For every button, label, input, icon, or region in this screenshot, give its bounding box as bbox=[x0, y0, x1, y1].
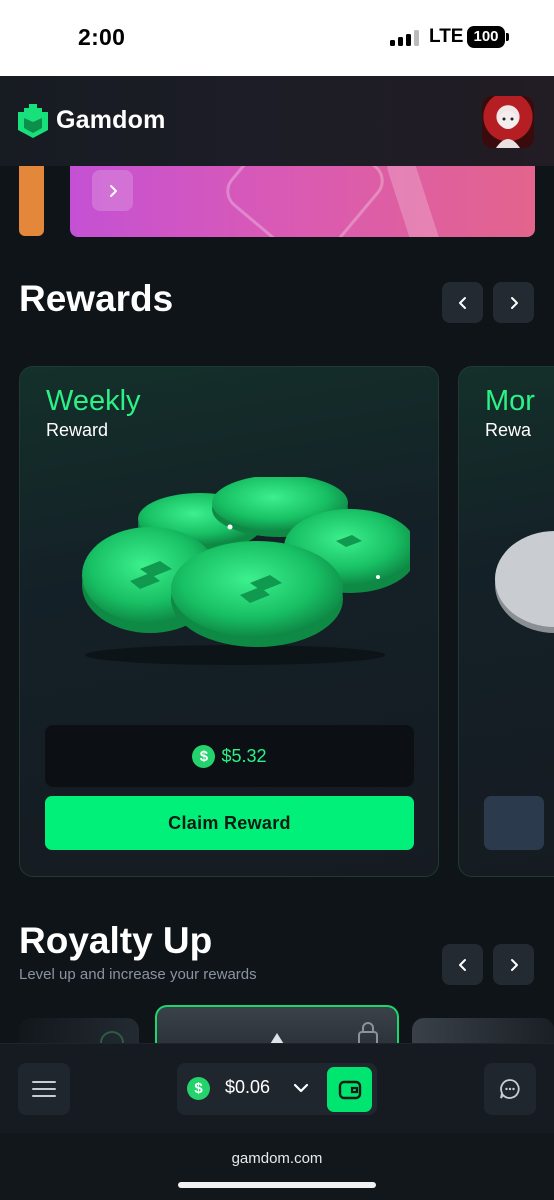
site-header: Gamdom bbox=[0, 76, 554, 166]
chevron-left-icon bbox=[458, 296, 466, 309]
rewards-title: Rewards bbox=[19, 278, 174, 319]
status-time: 2:00 bbox=[78, 24, 126, 50]
chat-bubble-icon bbox=[500, 1079, 520, 1099]
wallet-button[interactable] bbox=[327, 1067, 372, 1112]
banner-next-button[interactable] bbox=[92, 170, 133, 211]
battery-cap bbox=[506, 33, 509, 41]
royalty-subtitle: Level up and increase your rewards bbox=[19, 966, 257, 983]
signal-strength-icon bbox=[390, 30, 420, 46]
green-coins-illustration bbox=[82, 477, 410, 665]
royalty-next-button[interactable] bbox=[493, 944, 534, 985]
user-avatar[interactable] bbox=[482, 96, 534, 148]
reward-card-subtitle: Rewa bbox=[485, 420, 532, 440]
royalty-prev-button[interactable] bbox=[442, 944, 483, 985]
status-bar: 2:00 LTE 100 bbox=[0, 0, 554, 76]
reward-amount: $5.32 bbox=[221, 745, 267, 766]
gamdom-logo-icon[interactable] bbox=[18, 104, 48, 138]
claim-reward-button-partial[interactable] bbox=[484, 796, 544, 850]
chat-button[interactable] bbox=[484, 1063, 536, 1115]
chevron-down-icon[interactable] bbox=[293, 1081, 309, 1095]
royalty-title: Royalty Up bbox=[19, 920, 213, 961]
chevron-right-icon bbox=[510, 958, 518, 971]
banner-graphic bbox=[226, 166, 441, 237]
browser-url-bar[interactable]: gamdom.com bbox=[0, 1133, 554, 1200]
network-type: LTE bbox=[429, 26, 464, 47]
rewards-prev-button[interactable] bbox=[442, 282, 483, 323]
dollar-coin-icon: $ bbox=[187, 1077, 210, 1100]
reward-amount-box: $ $5.32 bbox=[45, 725, 414, 787]
wallet-balance-widget[interactable]: $ $0.06 bbox=[177, 1063, 377, 1115]
bottom-app-bar: $ $0.06 bbox=[0, 1043, 554, 1133]
menu-button[interactable] bbox=[18, 1063, 70, 1115]
promo-banner-prev[interactable] bbox=[19, 166, 44, 236]
chevron-right-icon bbox=[109, 184, 117, 197]
silver-coins-illustration bbox=[495, 531, 554, 633]
battery-icon: 100 bbox=[467, 26, 505, 48]
monthly-reward-card: Mor Rewa bbox=[458, 366, 554, 877]
claim-reward-button[interactable]: Claim Reward bbox=[45, 796, 414, 850]
dollar-coin-icon: $ bbox=[192, 744, 216, 768]
browser-url[interactable]: gamdom.com bbox=[0, 1150, 554, 1167]
wallet-icon bbox=[338, 1080, 361, 1099]
promo-banner[interactable] bbox=[70, 166, 535, 237]
wallet-balance[interactable]: $0.06 bbox=[225, 1077, 270, 1098]
reward-card-subtitle: Reward bbox=[46, 420, 109, 440]
brand-name[interactable]: Gamdom bbox=[56, 106, 166, 135]
hamburger-menu-icon bbox=[32, 1081, 56, 1097]
weekly-reward-card: Weekly Reward $ $5.32 Claim Reward bbox=[19, 366, 439, 877]
rewards-next-button[interactable] bbox=[493, 282, 534, 323]
reward-card-title: Mor bbox=[485, 385, 535, 417]
chevron-left-icon bbox=[458, 958, 466, 971]
chevron-right-icon bbox=[510, 296, 518, 309]
home-indicator[interactable] bbox=[178, 1182, 376, 1188]
reward-card-title: Weekly bbox=[46, 385, 141, 417]
